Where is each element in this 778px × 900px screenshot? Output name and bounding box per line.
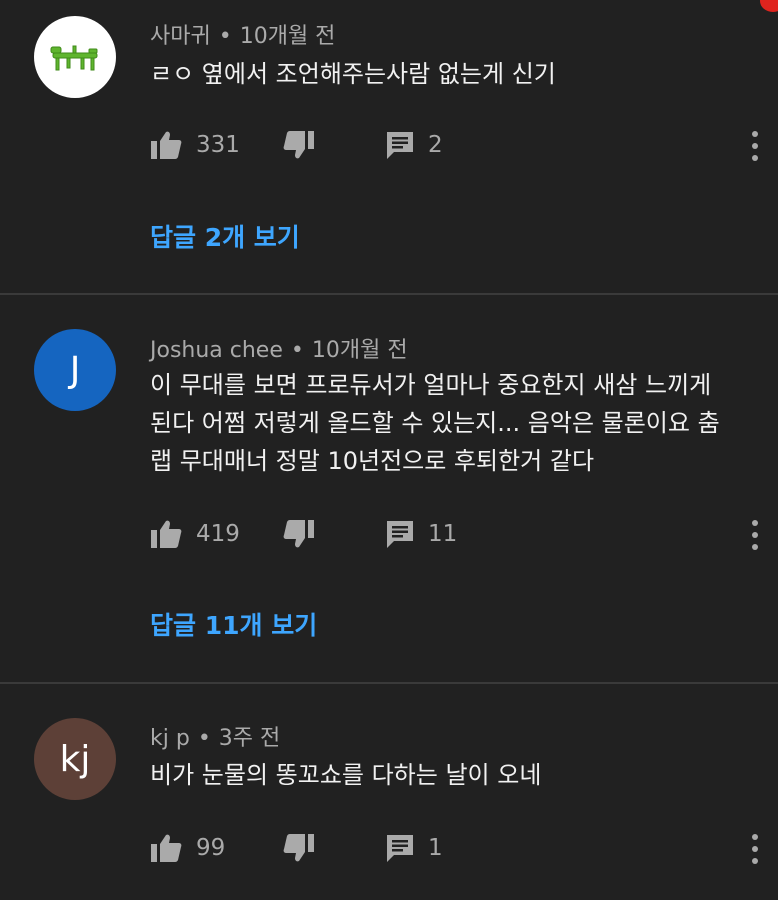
like-button[interactable]: 331 — [150, 125, 240, 165]
avatar-letter: J — [69, 349, 81, 391]
dislike-button[interactable] — [283, 828, 315, 868]
comment-icon — [387, 521, 413, 548]
reply-button[interactable]: 1 — [386, 828, 443, 868]
dislike-button[interactable] — [283, 125, 315, 165]
comment-text: 비가 눈물의 똥꼬쇼를 다하는 날이 오네 — [150, 756, 750, 794]
view-replies-link[interactable]: 답글 11개 보기 — [150, 606, 317, 642]
like-button[interactable]: 419 — [150, 514, 240, 554]
comment-meta: kj p • 3주 전 — [150, 720, 280, 752]
comment-time: 10개월 전 — [239, 24, 336, 49]
more-options-icon[interactable] — [750, 131, 760, 161]
reply-count: 11 — [428, 521, 458, 547]
comment-actions: 99 1 — [150, 828, 760, 868]
reply-count: 1 — [428, 835, 443, 861]
dislike-button[interactable] — [283, 514, 315, 554]
comment-actions: 419 11 — [150, 514, 760, 554]
more-options-icon[interactable] — [750, 834, 760, 864]
comment-text: ㄹㅇ 옆에서 조언해주는사람 없는게 신기 — [150, 55, 750, 93]
author-name[interactable]: 사마귀 — [150, 24, 211, 49]
view-replies-link[interactable]: 답글 2개 보기 — [150, 218, 300, 254]
divider — [0, 293, 778, 295]
comment-icon — [387, 132, 413, 159]
mantis-icon — [50, 45, 98, 71]
comment-time: 3주 전 — [218, 726, 281, 751]
reply-button[interactable]: 11 — [386, 514, 457, 554]
comment-text-line: ㄹㅇ 옆에서 조언해주는사람 없는게 신기 — [150, 60, 556, 88]
author-name[interactable]: Joshua chee — [150, 338, 283, 363]
thumbs-up-icon — [151, 520, 182, 548]
comment-text-line: 이 무대를 보면 프로듀서가 얼마나 중요한지 새삼 느끼게 — [150, 371, 712, 399]
avatar[interactable] — [34, 16, 116, 98]
like-count: 99 — [196, 835, 226, 861]
comments-page: 사마귀 • 10개월 전 ㄹㅇ 옆에서 조언해주는사람 없는게 신기 331 2… — [0, 0, 778, 900]
like-button[interactable]: 99 — [150, 828, 225, 868]
comment-actions: 331 2 — [150, 125, 760, 165]
meta-separator: • — [290, 338, 304, 363]
comment-text-line: 된다 어쩜 저렇게 올드할 수 있는지... 음악은 물론이요 춤 — [150, 409, 720, 437]
thumbs-down-icon — [283, 520, 314, 548]
author-name[interactable]: kj p — [150, 726, 190, 751]
reply-count: 2 — [428, 132, 443, 158]
meta-separator: • — [218, 24, 232, 49]
comment-icon — [387, 835, 413, 862]
thumbs-down-icon — [283, 834, 314, 862]
avatar-letter: kj — [59, 738, 91, 780]
divider — [0, 682, 778, 684]
comment-text-line: 비가 눈물의 똥꼬쇼를 다하는 날이 오네 — [150, 761, 542, 789]
more-options-icon[interactable] — [750, 520, 760, 550]
avatar[interactable]: J — [34, 329, 116, 411]
thumbs-up-icon — [151, 834, 182, 862]
comment-time: 10개월 전 — [311, 338, 408, 363]
thumbs-up-icon — [151, 131, 182, 159]
like-count: 331 — [196, 132, 240, 158]
reply-button[interactable]: 2 — [386, 125, 443, 165]
comment-text-line: 랩 무대매너 정말 10년전으로 후퇴한거 같다 — [150, 447, 595, 475]
comment-meta: Joshua chee • 10개월 전 — [150, 332, 408, 364]
avatar[interactable]: kj — [34, 718, 116, 800]
meta-separator: • — [197, 726, 211, 751]
notification-dot — [760, 0, 778, 12]
comment-meta: 사마귀 • 10개월 전 — [150, 18, 335, 50]
comment-text: 이 무대를 보면 프로듀서가 얼마나 중요한지 새삼 느끼게 된다 어쩜 저렇게… — [150, 366, 765, 480]
thumbs-down-icon — [283, 131, 314, 159]
like-count: 419 — [196, 521, 240, 547]
